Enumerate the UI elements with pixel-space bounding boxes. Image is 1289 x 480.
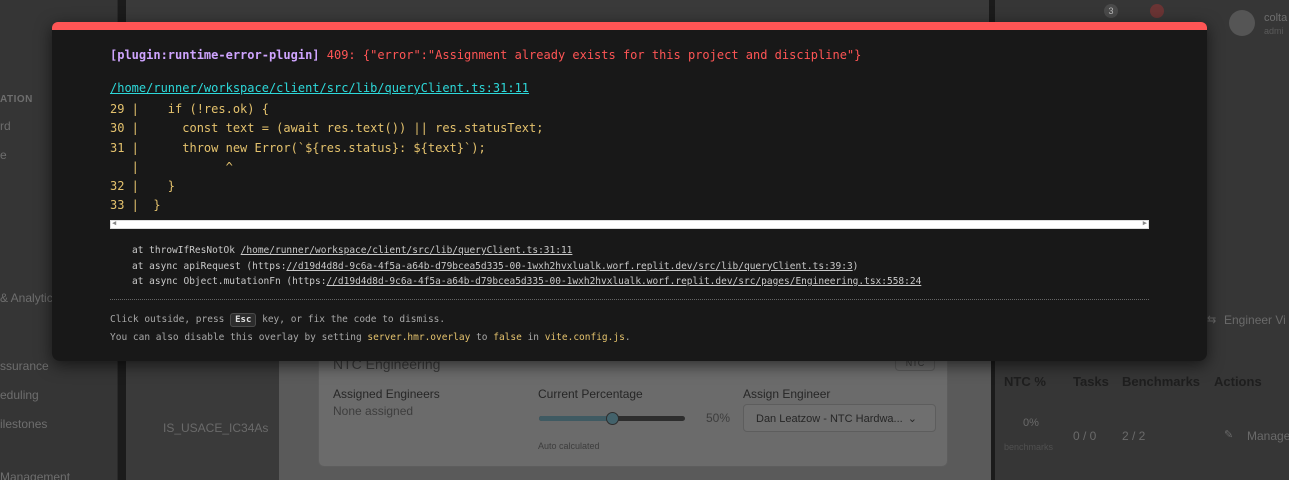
assign-engineer-label: Assign Engineer <box>743 387 831 401</box>
stack-frame-text: at throwIfResNotOk <box>132 245 241 256</box>
tip-text: in <box>521 332 545 343</box>
row-ntc-pct: 0% <box>1023 417 1039 429</box>
error-text: 409: {"error":"Assignment already exists… <box>326 48 862 62</box>
column-header-actions: Actions <box>1214 374 1262 389</box>
sidebar-item-analytics[interactable]: & Analytic <box>0 291 53 305</box>
code-line: 33 | } <box>110 198 161 213</box>
esc-key: Esc <box>230 313 257 327</box>
stack-frame-text: ) <box>852 260 859 272</box>
tip-code: false <box>493 332 522 343</box>
scroll-left-icon[interactable]: ◀ <box>112 219 116 227</box>
tip-text: Click outside, press <box>110 314 231 325</box>
manage-button[interactable]: Manage <box>1247 429 1289 443</box>
percentage-slider-fill <box>539 416 612 421</box>
stack-trace: at throwIfResNotOk /home/runner/workspac… <box>132 243 921 290</box>
notification-count: 3 <box>1108 6 1114 16</box>
code-line: 32 | } <box>110 179 176 194</box>
row-benchmarks: 2 / 2 <box>1122 429 1146 443</box>
code-line: | ^ <box>110 159 233 174</box>
column-header-tasks: Tasks <box>1073 374 1109 389</box>
percentage-value: 50% <box>706 411 731 425</box>
error-overlay[interactable]: [plugin:runtime-error-plugin] 409: {"err… <box>52 22 1207 361</box>
code-line: 30 | const text = (await res.text()) || … <box>110 121 544 136</box>
percentage-note: Auto calculated <box>538 441 600 451</box>
tip-code: vite.config.js <box>544 332 625 343</box>
current-percentage-label: Current Percentage <box>538 387 643 401</box>
error-plugin: [plugin:runtime-error-plugin] <box>110 48 320 62</box>
avatar[interactable] <box>1229 10 1255 36</box>
column-header-ntc-pct: NTC % <box>1004 374 1046 389</box>
sidebar-item-dashboard[interactable]: rd <box>0 119 11 133</box>
stack-file-link[interactable]: /home/runner/workspace/client/src/lib/qu… <box>241 245 573 256</box>
scroll-right-icon[interactable]: ▶ <box>1143 219 1147 227</box>
manage-icon: ✎ <box>1224 429 1234 441</box>
row-tasks: 0 / 0 <box>1073 429 1097 443</box>
stack-file-link[interactable]: //d19d4d8d-9c6a-4f5a-a64b-d79bcea5d335-0… <box>326 276 921 287</box>
stack-line: at async apiRequest (https://d19d4d8d-9c… <box>132 259 921 275</box>
stack-line: at async Object.mutationFn (https://d19d… <box>132 274 921 290</box>
overlay-divider <box>110 299 1149 300</box>
view-toggle-icon[interactable]: ⇆ <box>1207 313 1216 326</box>
tip-text: to <box>470 332 494 343</box>
horizontal-scrollbar[interactable]: ◀ ▶ <box>110 219 1149 229</box>
sidebar-item-management[interactable]: Management <box>0 470 70 480</box>
assign-engineer-select-value: Dan Leatzow - NTC Hardwa... <box>756 413 903 425</box>
assigned-engineers-label: Assigned Engineers <box>333 387 440 401</box>
assigned-engineers-value: None assigned <box>333 404 414 418</box>
assign-engineer-select[interactable]: Dan Leatzow - NTC Hardwa... ⌄ <box>743 404 936 432</box>
code-line: 31 | throw new Error(`${res.status}: ${t… <box>110 140 486 155</box>
tip-text: key, or fix the code to dismiss. <box>256 314 446 325</box>
table-row-project-code: IS_USACE_IC34As <box>163 421 269 435</box>
chevron-down-icon: ⌄ <box>907 413 917 425</box>
sidebar-item-e[interactable]: e <box>0 148 7 162</box>
disable-tip: You can also disable this overlay by set… <box>110 332 631 343</box>
code-frame: 29 | if (!res.ok) { 30 | const text = (aw… <box>110 100 543 216</box>
sidebar-item-quality-assurance[interactable]: ssurance <box>0 359 49 373</box>
tip-code: server.hmr.overlay <box>367 332 471 343</box>
view-toggle-engineer[interactable]: Engineer Vi <box>1224 313 1286 327</box>
percentage-slider-thumb[interactable] <box>606 412 619 425</box>
error-file-link[interactable]: /home/runner/workspace/client/src/lib/qu… <box>110 81 529 95</box>
tip-text: You can also disable this overlay by set… <box>110 332 368 343</box>
error-message: [plugin:runtime-error-plugin] 409: {"err… <box>110 48 861 62</box>
dismiss-tip: Click outside, press Esc key, or fix the… <box>110 313 445 327</box>
stack-line: at throwIfResNotOk /home/runner/workspac… <box>132 243 921 259</box>
notification-icon[interactable]: 3 <box>1104 4 1118 18</box>
sidebar-item-scheduling[interactable]: eduling <box>0 388 39 402</box>
user-role: admi <box>1264 26 1284 36</box>
stack-frame-text: at async Object.mutationFn (https: <box>132 276 327 287</box>
stack-frame-text: at async apiRequest (https: <box>132 260 287 272</box>
column-header-benchmarks: Benchmarks <box>1122 374 1201 389</box>
row-ntc-pct-sub: benchmarks <box>1004 442 1054 452</box>
percentage-slider[interactable] <box>539 412 685 425</box>
tip-text: . <box>624 332 631 343</box>
alert-icon[interactable] <box>1150 4 1164 18</box>
user-name: colta <box>1264 12 1288 24</box>
stack-file-link[interactable]: //d19d4d8d-9c6a-4f5a-a64b-d79bcea5d335-0… <box>286 261 852 272</box>
code-line: 29 | if (!res.ok) { <box>110 102 269 116</box>
sidebar-item-milestones[interactable]: ilestones <box>0 417 47 431</box>
sidebar-section-label: ATION <box>0 94 33 105</box>
